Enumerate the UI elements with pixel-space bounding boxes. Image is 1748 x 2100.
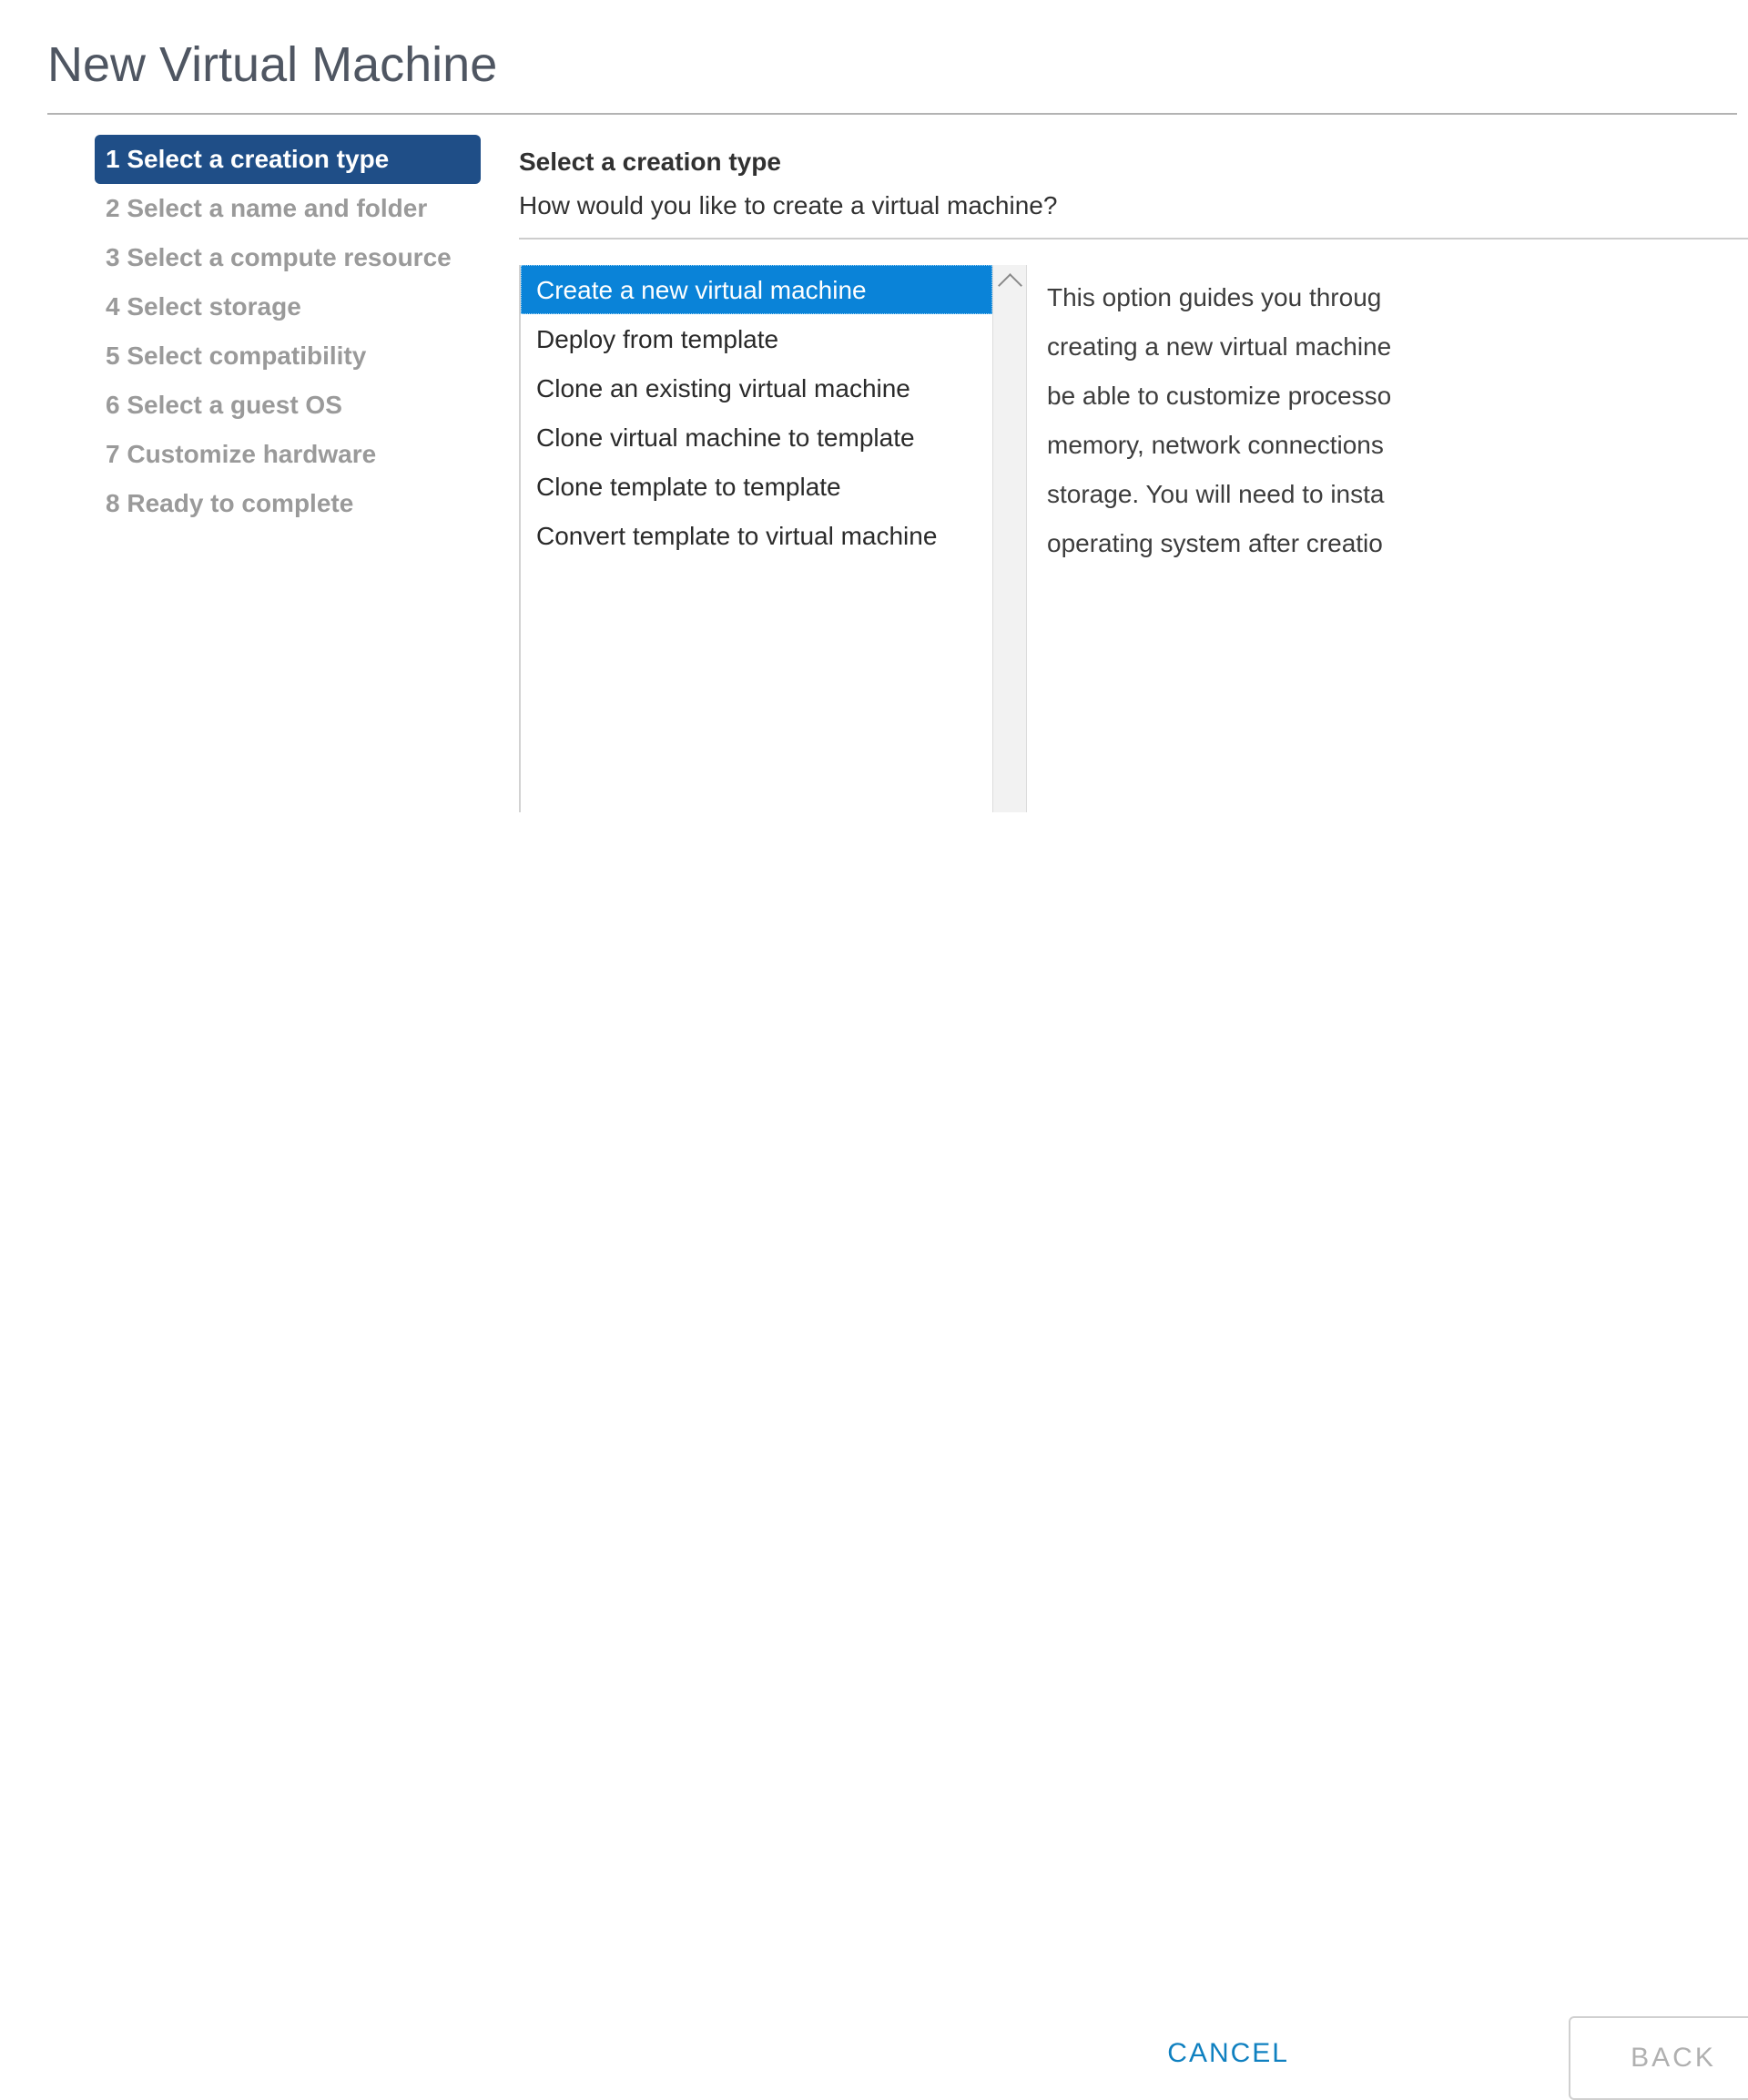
list-item-create-a-new-virtual-machine[interactable]: Create a new virtual machine bbox=[521, 265, 992, 314]
option-label: Clone template to template bbox=[536, 473, 841, 501]
dialog-footer: CANCEL BACK bbox=[0, 1002, 1748, 2100]
sidebar-item-select-compatibility[interactable]: 5 Select compatibility bbox=[95, 331, 486, 381]
content-divider bbox=[519, 238, 1748, 240]
header-divider bbox=[47, 113, 1737, 115]
option-label: Create a new virtual machine bbox=[536, 276, 867, 304]
step-label: 1 Select a creation type bbox=[106, 145, 390, 173]
sidebar-item-select-a-creation-type[interactable]: 1 Select a creation type bbox=[95, 135, 481, 184]
wizard-step-list: 1 Select a creation type 2 Select a name… bbox=[95, 135, 486, 528]
content-subtitle: How would you like to create a virtual m… bbox=[519, 191, 1058, 219]
option-label: Clone virtual machine to template bbox=[536, 423, 915, 452]
creation-type-listbox[interactable]: Create a new virtual machine Deploy from… bbox=[519, 265, 1025, 812]
content-title: Select a creation type bbox=[519, 148, 781, 176]
list-item-deploy-from-template[interactable]: Deploy from template bbox=[521, 314, 992, 363]
description-line: creating a new virtual machine bbox=[1047, 332, 1392, 361]
chevron-up-icon bbox=[997, 272, 1022, 298]
sidebar-item-customize-hardware[interactable]: 7 Customize hardware bbox=[95, 430, 486, 479]
sidebar-item-select-a-name-and-folder[interactable]: 2 Select a name and folder bbox=[95, 184, 486, 233]
new-virtual-machine-dialog: New Virtual Machine 1 Select a creation … bbox=[0, 0, 1748, 2100]
list-item-clone-template-to-template[interactable]: Clone template to template bbox=[521, 462, 992, 511]
cancel-button[interactable]: CANCEL bbox=[1143, 2022, 1313, 2085]
list-item-convert-template-to-virtual-machine[interactable]: Convert template to virtual machine bbox=[521, 511, 992, 560]
list-item-clone-virtual-machine-to-template[interactable]: Clone virtual machine to template bbox=[521, 413, 992, 462]
sidebar-item-ready-to-complete[interactable]: 8 Ready to complete bbox=[95, 479, 486, 528]
dialog-header: New Virtual Machine bbox=[47, 35, 1737, 95]
step-label: 3 Select a compute resource bbox=[106, 243, 452, 271]
description-line: storage. You will need to insta bbox=[1047, 480, 1385, 508]
description-line: memory, network connections bbox=[1047, 431, 1384, 459]
option-label: Deploy from template bbox=[536, 325, 779, 353]
sidebar-item-select-a-compute-resource[interactable]: 3 Select a compute resource bbox=[95, 233, 486, 282]
scroll-up-button[interactable] bbox=[993, 265, 1026, 300]
option-label: Clone an existing virtual machine bbox=[536, 374, 910, 403]
step-label: 5 Select compatibility bbox=[106, 342, 367, 370]
description-line: be able to customize processo bbox=[1047, 382, 1392, 410]
listbox-scrollbar[interactable] bbox=[992, 265, 1027, 812]
step-label: 6 Select a guest OS bbox=[106, 391, 342, 419]
step-label: 7 Customize hardware bbox=[106, 440, 377, 468]
page-title: New Virtual Machine bbox=[47, 37, 498, 92]
creation-type-description: This option guides you throug creating a… bbox=[1047, 273, 1748, 568]
creation-type-options: Create a new virtual machine Deploy from… bbox=[521, 265, 992, 560]
step-label: 8 Ready to complete bbox=[106, 489, 354, 517]
description-line: This option guides you throug bbox=[1047, 283, 1382, 311]
step-label: 4 Select storage bbox=[106, 292, 301, 321]
sidebar-item-select-a-guest-os[interactable]: 6 Select a guest OS bbox=[95, 381, 486, 430]
sidebar-item-select-storage[interactable]: 4 Select storage bbox=[95, 282, 486, 331]
list-item-clone-an-existing-virtual-machine[interactable]: Clone an existing virtual machine bbox=[521, 363, 992, 413]
back-button[interactable]: BACK bbox=[1569, 2016, 1748, 2100]
option-label: Convert template to virtual machine bbox=[536, 522, 938, 550]
step-label: 2 Select a name and folder bbox=[106, 194, 428, 222]
description-line: operating system after creatio bbox=[1047, 529, 1383, 557]
